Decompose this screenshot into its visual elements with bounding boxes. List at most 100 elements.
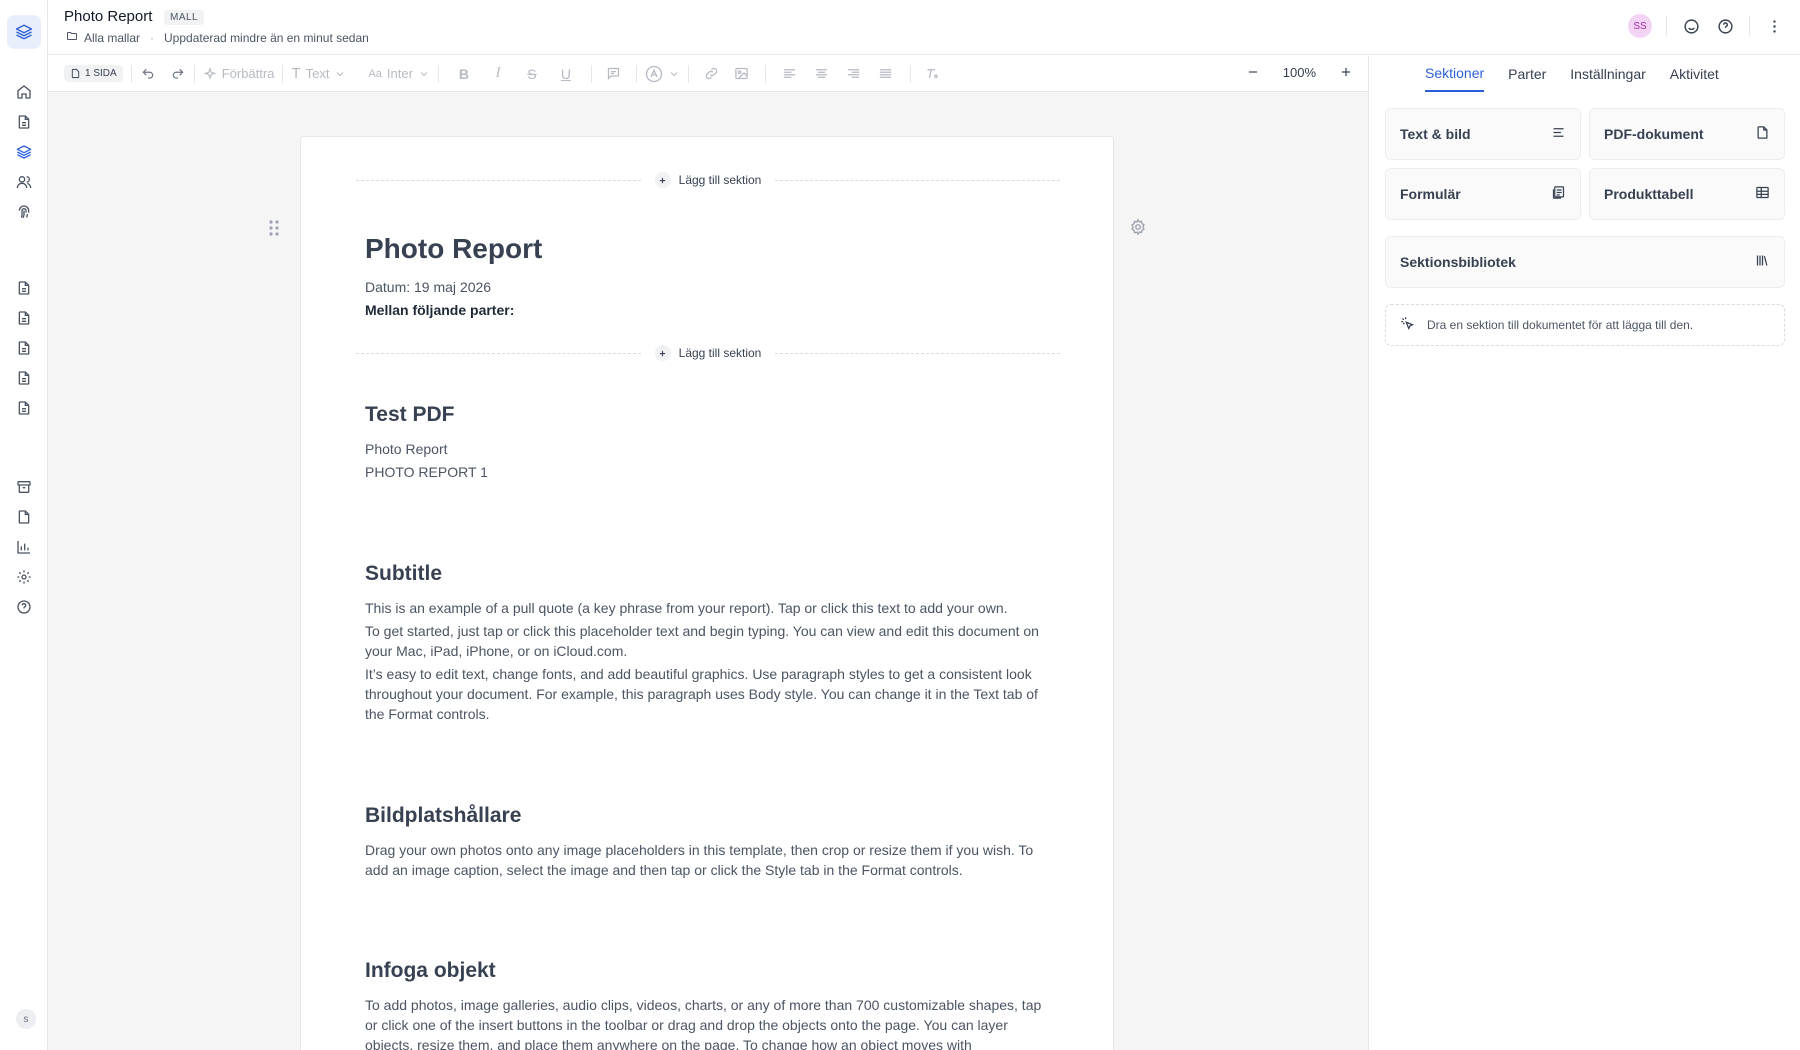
- page-title: Photo Report: [64, 8, 153, 25]
- document-icon-2[interactable]: [14, 308, 34, 328]
- archive-icon[interactable]: [14, 477, 34, 497]
- comment-icon[interactable]: [606, 66, 622, 82]
- drag-pointer-icon: [1400, 316, 1415, 334]
- documents-icon[interactable]: [14, 112, 34, 132]
- redo-icon[interactable]: [170, 66, 186, 82]
- font-dropdown[interactable]: Aa Inter: [368, 66, 429, 81]
- updated-status: Uppdaterad mindre än en minut sedan: [164, 30, 369, 45]
- tab-settings[interactable]: Inställningar: [1570, 56, 1646, 92]
- section-card-form[interactable]: Formulär: [1385, 168, 1581, 220]
- bold-icon[interactable]: B: [456, 66, 472, 82]
- text-lines-icon: [1551, 125, 1566, 143]
- section-card-text-image[interactable]: Text & bild: [1385, 108, 1581, 160]
- section-test-pdf[interactable]: Test PDF Photo Report PHOTO REPORT 1: [365, 403, 1055, 482]
- reports-chart-icon[interactable]: [14, 537, 34, 557]
- card-label: PDF-dokument: [1604, 126, 1704, 142]
- section-heading: Bildplatshållare: [365, 804, 522, 827]
- drag-hint: Dra en sektion till dokumentet för att l…: [1385, 304, 1785, 346]
- page-count-button[interactable]: 1 SIDA: [64, 65, 123, 82]
- document-icon-4[interactable]: [14, 368, 34, 388]
- clear-format-icon[interactable]: [925, 66, 941, 82]
- add-section-label: Lägg till sektion: [678, 346, 762, 360]
- form-icon: [1551, 185, 1566, 203]
- templates-layers-icon[interactable]: [14, 142, 34, 162]
- divider: [764, 64, 766, 83]
- chevron-down-icon: [420, 71, 428, 76]
- text-color-dropdown[interactable]: [645, 65, 680, 83]
- zoom-in-icon[interactable]: [1338, 64, 1354, 80]
- section-paragraph: To add photos, image galleries, audio cl…: [365, 997, 1042, 1050]
- underline-icon[interactable]: U: [558, 66, 574, 82]
- app-logo-layers-icon[interactable]: [7, 15, 41, 49]
- user-avatar[interactable]: SS: [1628, 14, 1652, 38]
- help-circle-icon[interactable]: [1715, 16, 1735, 36]
- text-style-dropdown[interactable]: T Text: [291, 65, 346, 82]
- strikethrough-icon[interactable]: S: [524, 66, 540, 82]
- text-type-icon: T: [291, 65, 301, 82]
- contacts-icon[interactable]: [14, 172, 34, 192]
- image-icon[interactable]: [734, 66, 750, 82]
- section-image-placeholder[interactable]: Bildplatshållare Drag your own photos on…: [365, 804, 1055, 880]
- add-section-top: Lägg till sektion: [356, 170, 1060, 190]
- date-line: Datum: 19 maj 2026: [365, 279, 492, 295]
- plus-icon: [654, 345, 671, 361]
- document-icon-5[interactable]: [14, 398, 34, 418]
- tab-activity[interactable]: Aktivitet: [1670, 56, 1719, 92]
- zoom-out-icon[interactable]: [1245, 64, 1261, 80]
- section-settings-gear-icon[interactable]: [1129, 218, 1147, 241]
- help-icon[interactable]: [14, 597, 34, 617]
- home-icon[interactable]: [14, 82, 34, 102]
- divider: [1749, 16, 1750, 36]
- align-left-icon[interactable]: [782, 66, 798, 82]
- section-paragraph: PHOTO REPORT 1: [365, 464, 488, 480]
- section-paragraph: To get started, just tap or click this p…: [365, 623, 1039, 659]
- align-center-icon[interactable]: [814, 66, 830, 82]
- undo-icon[interactable]: [140, 66, 156, 82]
- pdf-file-icon: [1755, 125, 1770, 143]
- text-style-label: Text: [305, 66, 330, 81]
- divider: [590, 64, 592, 83]
- file-icon[interactable]: [14, 507, 34, 527]
- align-right-icon[interactable]: [846, 66, 862, 82]
- section-card-product-table[interactable]: Produkttabell: [1589, 168, 1785, 220]
- library-icon: [1755, 253, 1770, 271]
- improve-button[interactable]: Förbättra: [203, 66, 275, 81]
- section-heading: Infoga objekt: [365, 959, 496, 982]
- section-heading: Subtitle: [365, 562, 442, 585]
- editor-toolbar: 1 SIDA Förbättra T Text Aa Inter B I S U: [48, 56, 1368, 92]
- user-avatar-small[interactable]: s: [16, 1009, 36, 1029]
- zoom-controls: 100%: [1245, 64, 1354, 80]
- card-label: Formulär: [1400, 186, 1461, 202]
- align-justify-icon[interactable]: [878, 66, 894, 82]
- document-icon-3[interactable]: [14, 338, 34, 358]
- section-paragraph: This is an example of a pull quote (a ke…: [365, 600, 1008, 616]
- more-vertical-icon[interactable]: [1764, 16, 1784, 36]
- feedback-smile-icon[interactable]: [1681, 16, 1701, 36]
- section-insert-objects[interactable]: Infoga objekt To add photos, image galle…: [365, 959, 1055, 1050]
- add-section-button[interactable]: Lägg till sektion: [641, 345, 776, 361]
- tab-sections[interactable]: Sektioner: [1425, 56, 1485, 92]
- add-section-button[interactable]: Lägg till sektion: [641, 172, 776, 188]
- cover-block[interactable]: Photo Report Datum: 19 maj 2026 Mellan f…: [365, 233, 1055, 320]
- divider: [130, 64, 132, 83]
- chevron-down-icon: [670, 71, 678, 76]
- improve-label: Förbättra: [221, 66, 275, 81]
- tab-parties[interactable]: Parter: [1508, 56, 1546, 92]
- folder-icon: [66, 30, 78, 45]
- section-subtitle[interactable]: Subtitle This is an example of a pull qu…: [365, 562, 1055, 724]
- section-heading: Test PDF: [365, 403, 455, 426]
- document-icon-1[interactable]: [14, 278, 34, 298]
- section-card-library[interactable]: Sektionsbibliotek: [1385, 236, 1785, 288]
- font-label: Inter: [386, 66, 413, 81]
- document-canvas: Lägg till sektion Photo Report Datum: 19…: [48, 92, 1368, 1050]
- fingerprint-icon[interactable]: [14, 202, 34, 222]
- link-icon[interactable]: [704, 66, 720, 82]
- sparkle-icon: [203, 66, 217, 80]
- sections-panel: Sektioner Parter Inställningar Aktivitet…: [1368, 56, 1800, 1050]
- section-card-pdf[interactable]: PDF-dokument: [1589, 108, 1785, 160]
- drag-handle-icon[interactable]: [268, 219, 280, 242]
- settings-gear-icon[interactable]: [14, 567, 34, 587]
- breadcrumb-all-templates-link[interactable]: Alla mallar: [84, 31, 140, 45]
- card-label: Produkttabell: [1604, 186, 1694, 202]
- italic-icon[interactable]: I: [490, 65, 506, 82]
